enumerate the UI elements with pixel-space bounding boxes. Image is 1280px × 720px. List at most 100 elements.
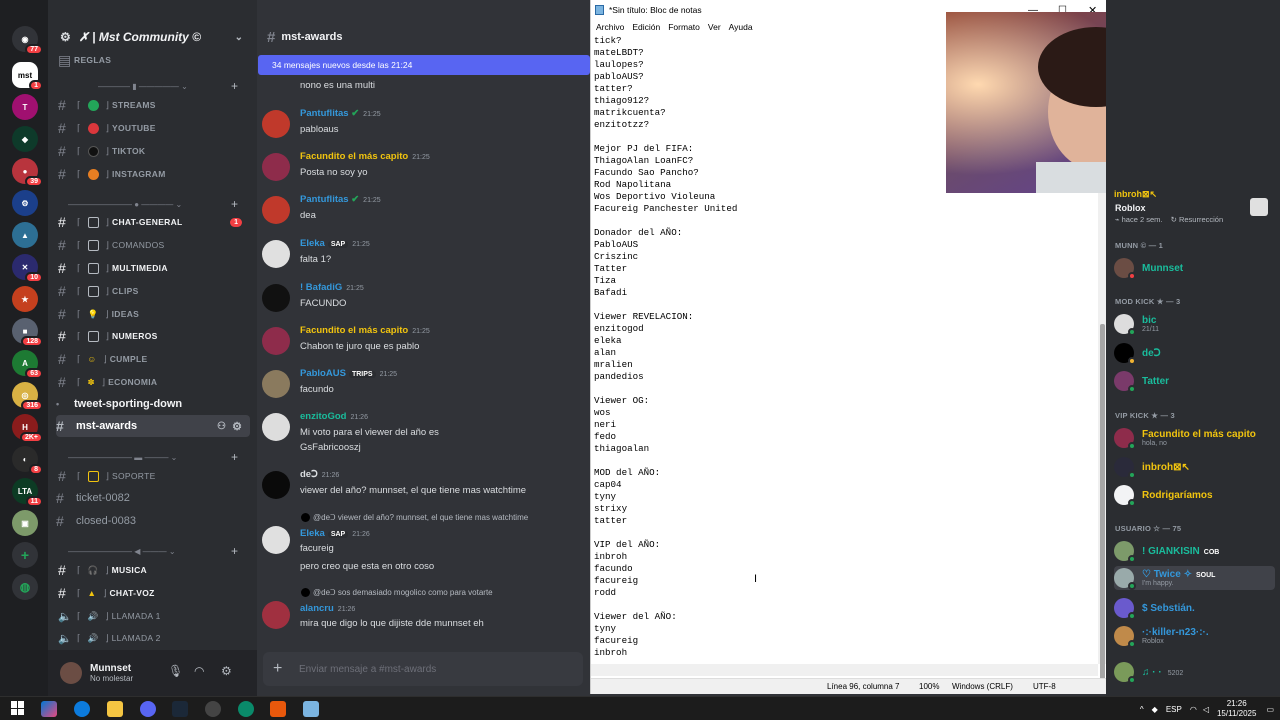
discord-home-icon[interactable]: ◉ 77 bbox=[12, 26, 43, 55]
category-divider[interactable]: ———— ▮ ————— ⌄ + bbox=[58, 79, 248, 93]
category-divider[interactable]: ———————— ◀ ——— ⌄ + bbox=[58, 544, 248, 558]
menu-archivo[interactable]: Archivo bbox=[596, 22, 624, 32]
avatar[interactable] bbox=[262, 413, 290, 441]
server-icon-7[interactable]: ★ bbox=[12, 286, 38, 312]
menu-formato[interactable]: Formato bbox=[668, 22, 700, 32]
category-divider[interactable]: ———————— ● ———— ⌄ + bbox=[58, 197, 248, 211]
server-icon-2[interactable]: ◆ bbox=[12, 126, 38, 152]
firefox-icon[interactable] bbox=[270, 701, 286, 717]
message-author[interactable]: Pantuflitas ✔ 21:25 bbox=[300, 108, 381, 119]
reply-preview[interactable]: @deↃ viewer del año? munnset, el que tie… bbox=[301, 513, 528, 523]
member-item[interactable]: ·:·killer-n23·:·. Roblox bbox=[1114, 624, 1280, 648]
wifi-icon[interactable]: ◠ bbox=[1190, 705, 1197, 714]
discover-icon[interactable]: ◍ bbox=[12, 574, 38, 600]
edge-icon[interactable] bbox=[74, 701, 90, 717]
obs-icon[interactable] bbox=[205, 701, 221, 717]
menu-edicion[interactable]: Edición bbox=[632, 22, 660, 32]
avatar[interactable] bbox=[60, 662, 82, 684]
channel-instagram[interactable]: # ⌈ ⌋ INSTAGRAM bbox=[56, 164, 250, 184]
message-author[interactable]: Pantuflitas ✔ 21:25 bbox=[300, 194, 381, 205]
message-author[interactable]: PabloAUS TRIPS 21:25 bbox=[300, 368, 397, 379]
server-icon-11[interactable]: H 2K+ bbox=[12, 414, 43, 443]
channel-multimedia[interactable]: # ⌈ ⌋ MULTIMEDIA bbox=[56, 258, 250, 278]
add-channel-icon[interactable]: + bbox=[231, 544, 238, 558]
server-icon-3[interactable]: ● 39 bbox=[12, 158, 43, 187]
channel-cumple[interactable]: # ⌈ ☺ ⌋ CUMPLE bbox=[56, 349, 250, 369]
notification-icon[interactable]: ▭ bbox=[1266, 705, 1274, 714]
channel-numeros[interactable]: # ⌈ ⌋ NUMEROS bbox=[56, 326, 250, 346]
copilot-icon[interactable] bbox=[41, 701, 57, 717]
channel-chat-voz[interactable]: # ⌈ ▲ ⌋ CHAT-VOZ bbox=[56, 583, 250, 603]
member-item[interactable]: ! GIANKISIN COB bbox=[1114, 539, 1280, 563]
channel-soporte[interactable]: # ⌈ ⌋ SOPORTE bbox=[56, 466, 250, 486]
volume-icon[interactable]: ◁ bbox=[1203, 705, 1209, 714]
channel-comandos[interactable]: # ⌈ ⌋ COMANDOS bbox=[56, 235, 250, 255]
message-author[interactable]: Eleka SAP 21:26 bbox=[300, 528, 370, 539]
file-explorer-icon[interactable] bbox=[107, 701, 123, 717]
message-input[interactable]: + Enviar mensaje a #mst-awards bbox=[263, 652, 583, 686]
voice-llamada-2[interactable]: 🔈 ⌈ 🔊 ⌋ LLAMADA 2 bbox=[56, 628, 250, 648]
add-attachment-icon[interactable]: + bbox=[273, 660, 282, 678]
start-icon[interactable] bbox=[11, 701, 25, 715]
discord-icon[interactable] bbox=[140, 701, 156, 717]
server-icon-12[interactable]: ◐ 8 bbox=[12, 446, 43, 475]
avatar[interactable] bbox=[262, 240, 290, 268]
message-author[interactable]: alancru 21:26 bbox=[300, 603, 355, 614]
menu-ver[interactable]: Ver bbox=[708, 22, 721, 32]
member-item[interactable]: ♫ · · 5202 bbox=[1114, 660, 1280, 684]
server-icon-8[interactable]: ■ 128 bbox=[12, 318, 43, 347]
avatar[interactable] bbox=[262, 196, 290, 224]
microphone-icon[interactable]: 🎙 bbox=[168, 664, 183, 678]
server-icon-5[interactable]: ▲ bbox=[12, 222, 38, 248]
member-item[interactable]: Tatter bbox=[1114, 369, 1280, 393]
message-author[interactable]: Facundito el más capito 21:25 bbox=[300, 325, 430, 336]
add-member-icon[interactable]: ⚇ bbox=[217, 421, 226, 432]
lang-indicator[interactable]: ESP bbox=[1166, 705, 1182, 714]
channel-reglas[interactable]: ▤ REGLAS bbox=[56, 50, 250, 70]
avatar[interactable] bbox=[262, 601, 290, 629]
channel-streams[interactable]: # ⌈ ⌋ STREAMS bbox=[56, 95, 250, 115]
message-author[interactable]: Facundito el más capito 21:25 bbox=[300, 151, 430, 162]
message-author[interactable]: ! BafadiG 21:25 bbox=[300, 282, 364, 293]
avatar[interactable] bbox=[262, 526, 290, 554]
scrollbar-thumb[interactable] bbox=[1100, 324, 1105, 684]
avatar[interactable] bbox=[262, 284, 290, 312]
member-item[interactable]: Facundito el más capito hola, no bbox=[1114, 426, 1280, 450]
clock[interactable]: 21:26 15/11/2025 bbox=[1217, 699, 1256, 719]
add-channel-icon[interactable]: + bbox=[231, 450, 238, 464]
avatar[interactable] bbox=[262, 471, 290, 499]
member-item[interactable]: Rodrigaríamos bbox=[1114, 483, 1280, 507]
member-item[interactable]: ♡ Twice ✧ SOUL I'm happy. bbox=[1114, 566, 1275, 590]
channel-economia[interactable]: # ⌈ ✽ ⌋ ECONOMIA bbox=[56, 372, 250, 392]
channel-musica[interactable]: # ⌈ 🎧 ⌋ MUSICA bbox=[56, 560, 250, 580]
steam-icon[interactable] bbox=[172, 701, 188, 717]
settings-icon[interactable]: ⚙ bbox=[232, 420, 242, 433]
channel-youtube[interactable]: # ⌈ ⌋ YOUTUBE bbox=[56, 118, 250, 138]
add-server-icon[interactable]: + bbox=[12, 542, 38, 568]
channel-clips[interactable]: # ⌈ ⌋ CLIPS bbox=[56, 281, 250, 301]
server-icon-10[interactable]: ◎ 316 bbox=[12, 382, 43, 411]
channel-ticket[interactable]: # ticket-0082 bbox=[56, 487, 250, 509]
voice-llamada-1[interactable]: 🔈 ⌈ 🔊 ⌋ LLAMADA 1 bbox=[56, 606, 250, 626]
member-item[interactable]: Munnset bbox=[1114, 256, 1280, 280]
add-channel-icon[interactable]: + bbox=[231, 79, 238, 93]
message-author[interactable]: Eleka SAP 21:25 bbox=[300, 238, 370, 249]
chevron-up-icon[interactable]: ^ bbox=[1140, 705, 1144, 714]
message-author[interactable]: enzitoGod 21:26 bbox=[300, 411, 368, 422]
channel-closed[interactable]: # closed-0083 bbox=[56, 510, 250, 532]
add-channel-icon[interactable]: + bbox=[231, 197, 238, 211]
member-item[interactable]: $ Sebstián. bbox=[1114, 596, 1280, 620]
member-item[interactable]: inbroh⊠↖ bbox=[1114, 455, 1280, 479]
notepad-taskbar-icon[interactable] bbox=[303, 701, 319, 717]
channel-tiktok[interactable]: # ⌈ ⌋ TIKTOK bbox=[56, 141, 250, 161]
server-icon-9[interactable]: A 63 bbox=[12, 350, 43, 379]
message-author[interactable]: deↃ 21:26 bbox=[300, 469, 339, 480]
thread-tweet-sporting-down[interactable]: • tweet-sporting-down bbox=[56, 393, 250, 415]
channel-ideas[interactable]: # ⌈ 💡 ⌋ IDEAS bbox=[56, 304, 250, 324]
avatar[interactable] bbox=[262, 110, 290, 138]
category-divider[interactable]: ———————— ▬ ——— ⌄ + bbox=[58, 450, 248, 464]
server-icon-14[interactable]: ▣ bbox=[12, 510, 38, 536]
server-icon-t[interactable]: T bbox=[12, 94, 38, 120]
avatar[interactable] bbox=[262, 327, 290, 355]
server-header[interactable]: ⚙ ✗ | Mst Community © ⌄ bbox=[48, 22, 257, 52]
